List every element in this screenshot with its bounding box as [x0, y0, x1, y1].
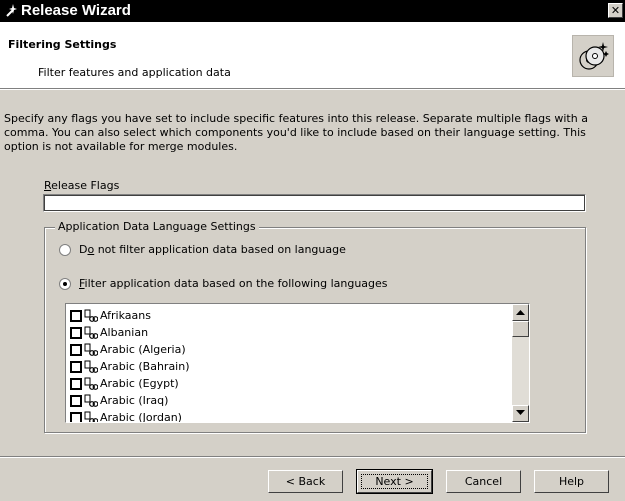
- language-settings-group: Application Data Language Settings Do no…: [44, 220, 586, 433]
- page-subtitle: Filter features and application data: [38, 66, 231, 79]
- close-icon: ✕: [610, 4, 621, 17]
- filter-label: Filter application data based on the fol…: [79, 277, 388, 290]
- languages-listbox[interactable]: Afrikaans Albanian Arabic (Algeria) Arabic …: [65, 303, 530, 423]
- language-name: Arabic (Egypt): [100, 377, 179, 390]
- help-button[interactable]: Help: [534, 470, 609, 493]
- instructions-text: Specify any flags you have set to includ…: [4, 112, 588, 153]
- scroll-thumb[interactable]: [512, 321, 529, 337]
- scroll-up-button[interactable]: [512, 304, 529, 321]
- cancel-button[interactable]: Cancel: [446, 470, 521, 493]
- language-component-icon: [84, 377, 98, 390]
- language-checkbox[interactable]: [70, 343, 82, 356]
- footer-divider-highlight: [0, 457, 625, 458]
- language-component-icon: [84, 343, 98, 356]
- language-checkbox[interactable]: [70, 326, 82, 339]
- language-name: Afrikaans: [100, 309, 151, 322]
- language-component-icon: [84, 309, 98, 322]
- scroll-down-button[interactable]: [512, 405, 529, 422]
- list-item[interactable]: Arabic (Jordan): [70, 409, 190, 423]
- wizard-app-icon: [6, 4, 17, 17]
- list-item[interactable]: Arabic (Bahrain): [70, 358, 190, 375]
- window-title: Release Wizard: [21, 2, 131, 19]
- no-filter-radio-option[interactable]: Do not filter application data based on …: [59, 243, 346, 256]
- language-checkbox[interactable]: [70, 394, 82, 407]
- language-component-icon: [84, 326, 98, 339]
- language-checkbox[interactable]: [70, 360, 82, 373]
- page-title: Filtering Settings: [8, 38, 117, 51]
- languages-list: Afrikaans Albanian Arabic (Algeria) Arabic …: [70, 307, 190, 423]
- language-name: Arabic (Jordan): [100, 411, 182, 423]
- list-item[interactable]: Arabic (Iraq): [70, 392, 190, 409]
- list-item[interactable]: Arabic (Egypt): [70, 375, 190, 392]
- language-checkbox[interactable]: [70, 377, 82, 390]
- release-flags-input[interactable]: [43, 194, 586, 212]
- close-button[interactable]: ✕: [608, 3, 623, 18]
- cd-wizard-icon: [572, 35, 614, 77]
- language-component-icon: [84, 360, 98, 373]
- language-name: Arabic (Bahrain): [100, 360, 190, 373]
- back-button[interactable]: < Back: [268, 470, 343, 493]
- language-name: Albanian: [100, 326, 149, 339]
- languages-scrollbar[interactable]: [512, 304, 529, 422]
- list-item[interactable]: Albanian: [70, 324, 190, 341]
- wizard-header: Filtering Settings Filter features and a…: [0, 22, 625, 89]
- language-checkbox[interactable]: [70, 411, 82, 422]
- next-button[interactable]: Next >: [356, 469, 433, 494]
- language-component-icon: [84, 411, 98, 422]
- title-bar: Release Wizard ✕: [0, 0, 625, 22]
- language-name: Arabic (Algeria): [100, 343, 186, 356]
- filter-radio-option[interactable]: Filter application data based on the fol…: [59, 277, 388, 290]
- release-flags-label: Release Flags: [44, 179, 120, 192]
- language-checkbox[interactable]: [70, 309, 82, 322]
- language-component-icon: [84, 394, 98, 407]
- list-item[interactable]: Afrikaans: [70, 307, 190, 324]
- list-item[interactable]: Arabic (Algeria): [70, 341, 190, 358]
- no-filter-radio[interactable]: [59, 243, 71, 256]
- language-name: Arabic (Iraq): [100, 394, 169, 407]
- header-divider: [0, 89, 625, 90]
- group-title: Application Data Language Settings: [55, 220, 259, 233]
- arrow-up-icon: [516, 310, 525, 315]
- arrow-down-icon: [516, 410, 525, 415]
- no-filter-label: Do not filter application data based on …: [79, 243, 346, 256]
- filter-radio[interactable]: [59, 277, 71, 290]
